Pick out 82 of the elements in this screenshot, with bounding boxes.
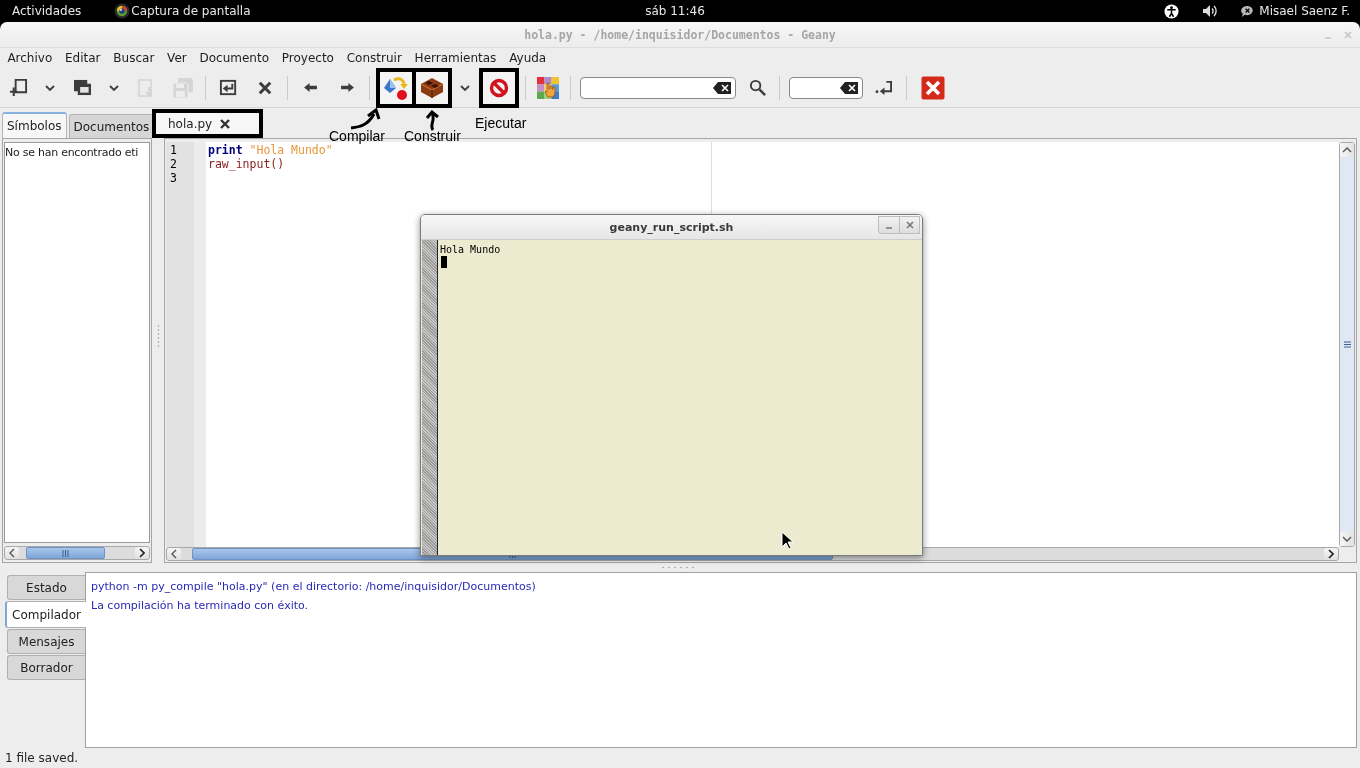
curved-arrow-icon [425, 109, 441, 131]
close-button[interactable] [899, 216, 920, 234]
callout-label: Construir [404, 128, 461, 144]
scroll-left-icon[interactable] [171, 549, 177, 559]
chat-bubble-icon [1241, 4, 1255, 18]
scroll-right-icon[interactable] [139, 548, 145, 558]
panel-tab[interactable]: Mensajes [7, 629, 85, 654]
camera-lens-icon [114, 3, 131, 19]
menu-item[interactable]: Herramientas [408, 51, 503, 65]
window-title: geany_run_script.sh [608, 220, 735, 234]
x-square-icon [921, 75, 945, 100]
execute-button[interactable] [479, 67, 519, 108]
empty-message: No se han encontrado eti [5, 145, 140, 159]
callout-label: Ejecutar [475, 115, 527, 131]
minimize-button[interactable] [878, 216, 899, 234]
horizontal-scrollbar[interactable] [4, 546, 150, 560]
code-line: raw_input() [208, 157, 285, 171]
menu-item[interactable]: Documento [193, 51, 276, 65]
line-number: 1 [170, 143, 178, 157]
caret-icon [109, 84, 119, 91]
brick-icon [419, 75, 445, 100]
compiler-message: La compilación ha terminado con éxito. [91, 598, 310, 614]
user-menu-button[interactable]: Misael Saenz F. [1241, 4, 1350, 18]
menu-item[interactable]: Ver [160, 51, 194, 65]
file-tab[interactable]: hola.py [152, 109, 264, 138]
accessibility-icon[interactable] [1164, 3, 1180, 19]
sidebar-tab[interactable]: Documentos [68, 114, 155, 138]
menu-item[interactable]: Proyecto [275, 51, 341, 65]
close-icon[interactable] [220, 118, 231, 129]
search-icon [748, 79, 766, 96]
menu-item[interactable]: Ayuda [502, 51, 553, 65]
page-arrow-icon [136, 77, 156, 98]
line-number: 2 [170, 157, 178, 171]
terminal-output: Hola Mundo [440, 243, 501, 256]
callout-label: Compilar [329, 128, 385, 144]
panel-tab[interactable]: Estado [7, 575, 85, 600]
menu-item[interactable]: Construir [340, 51, 409, 65]
scroll-up-icon[interactable] [1342, 147, 1352, 153]
go-to-line-field[interactable] [789, 76, 863, 99]
line-number: 3 [170, 171, 178, 185]
volume-icon[interactable] [1202, 4, 1219, 18]
page-plus-icon [8, 78, 28, 97]
caret-icon [45, 84, 55, 91]
grip-icon[interactable] [661, 565, 695, 569]
prohibited-icon [489, 77, 509, 98]
clock[interactable]: sáb 11:46 [645, 4, 705, 18]
left-arrow-icon [302, 82, 318, 93]
sidebar-tab[interactable]: Símbolos [2, 112, 67, 138]
floppy-disks-icon [172, 76, 194, 99]
scroll-right-icon[interactable] [1328, 549, 1334, 559]
grip-icon [61, 549, 69, 557]
close-icon [258, 80, 272, 95]
color-grid-icon [537, 76, 559, 99]
shapes-arrow-icon [383, 74, 409, 101]
scroll-left-icon[interactable] [9, 548, 15, 558]
terminal-scrollbar[interactable] [422, 240, 438, 555]
grip-icon[interactable] [1343, 341, 1351, 348]
clear-text-icon[interactable] [840, 81, 858, 94]
app-menu-button[interactable]: Captura de pantalla [114, 3, 251, 19]
text-cursor-icon [441, 256, 447, 268]
return-arrow-icon [874, 80, 894, 95]
clear-text-icon[interactable] [713, 81, 731, 94]
window-title: hola.py - /home/inquisidor/Documentos - Geany [523, 27, 837, 42]
search-field[interactable] [580, 76, 736, 99]
right-arrow-icon [339, 82, 355, 93]
vertical-scrollbar[interactable] [1339, 142, 1355, 547]
scrollbar-thumb[interactable] [25, 547, 105, 559]
windows-icon [72, 79, 92, 96]
activities-button[interactable]: Actividades [12, 4, 82, 18]
panel-tab[interactable]: Compilador [5, 601, 86, 628]
caret-icon [460, 84, 470, 91]
compiler-message: python -m py_compile "hola.py" (en el directorio: /home/inquisidor/Documentos) [91, 579, 537, 595]
mouse-pointer-icon [781, 531, 793, 550]
status-text: 1 file saved. [5, 751, 79, 765]
close-icon [905, 221, 914, 229]
menu-item[interactable]: Editar [58, 51, 107, 65]
menu-item[interactable]: Archivo [1, 51, 59, 65]
grip-icon[interactable] [157, 323, 160, 348]
code-line: print "Hola Mundo" [208, 143, 333, 157]
scroll-down-icon[interactable] [1342, 536, 1352, 542]
panel-tab[interactable]: Borrador [7, 655, 85, 680]
menu-item[interactable]: Buscar [106, 51, 161, 65]
